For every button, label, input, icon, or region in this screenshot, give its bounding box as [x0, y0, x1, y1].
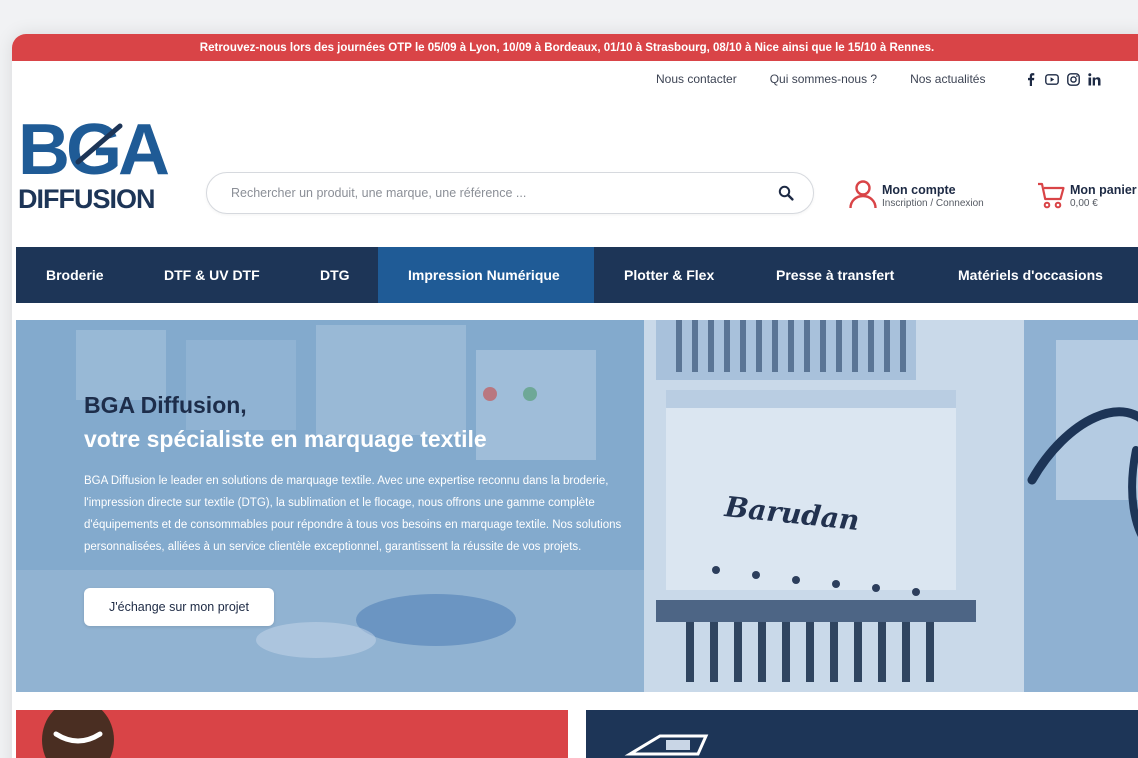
search-bar: [206, 172, 814, 214]
user-icon: [848, 178, 878, 215]
social-links: [1024, 72, 1101, 86]
contact-link[interactable]: Nous contacter: [656, 72, 737, 86]
cart-amount: 0,00 €: [1070, 197, 1098, 209]
nav-item-presse-transfert[interactable]: Presse à transfert: [748, 247, 932, 303]
announcement-bar: Retrouvez-nous lors des journées OTP le …: [12, 34, 1138, 61]
account-link[interactable]: Mon compte Inscription / Connexion: [848, 178, 984, 215]
account-subtitle: Inscription / Connexion: [882, 197, 984, 209]
promo-tile-left[interactable]: [16, 710, 568, 758]
search-input[interactable]: [231, 186, 777, 200]
facebook-icon[interactable]: [1024, 72, 1038, 86]
nav-item-dtg[interactable]: DTG: [282, 247, 378, 303]
about-link[interactable]: Qui sommes-nous ?: [770, 72, 877, 86]
hero-description: BGA Diffusion le leader en solutions de …: [84, 475, 622, 553]
promo-tile-right[interactable]: [586, 710, 1138, 758]
nav-item-broderie[interactable]: Broderie: [16, 247, 132, 303]
nav-item-plotter-flex[interactable]: Plotter & Flex: [594, 247, 748, 303]
person-photo: [42, 710, 114, 758]
hero-subtitle: votre spécialiste en marquage textile: [84, 426, 487, 452]
hero-banner: Barudan BGA Diffusion, votre spécialiste…: [16, 320, 1138, 692]
nav-item-dtf[interactable]: DTF & UV DTF: [132, 247, 282, 303]
nav-item-materiels-occasions[interactable]: Matériels d'occasions: [932, 247, 1138, 303]
svg-text:DIFFUSION: DIFFUSION: [18, 184, 155, 214]
account-title: Mon compte: [882, 182, 956, 197]
page-frame: Retrouvez-nous lors des journées OTP le …: [12, 34, 1138, 758]
project-contact-button[interactable]: J'échange sur mon projet: [84, 588, 274, 626]
hero-title: BGA Diffusion,: [84, 392, 247, 418]
linkedin-icon[interactable]: [1087, 72, 1101, 86]
cart-title: Mon panier: [1070, 182, 1137, 197]
news-link[interactable]: Nos actualités: [910, 72, 985, 86]
main-nav: Broderie DTF & UV DTF DTG Impression Num…: [16, 247, 1138, 303]
search-icon[interactable]: [777, 184, 795, 202]
instagram-icon[interactable]: [1066, 72, 1080, 86]
nav-item-impression-numerique[interactable]: Impression Numérique: [378, 247, 594, 303]
machine-photo: [624, 734, 709, 756]
cart-link[interactable]: Mon panier 0,00 €: [1036, 178, 1137, 215]
top-links: Nous contacter Qui sommes-nous ? Nos act…: [656, 72, 1101, 86]
brand-logo[interactable]: BGA DIFFUSION: [16, 104, 174, 214]
youtube-icon[interactable]: [1045, 72, 1060, 86]
cart-icon: [1036, 178, 1066, 215]
